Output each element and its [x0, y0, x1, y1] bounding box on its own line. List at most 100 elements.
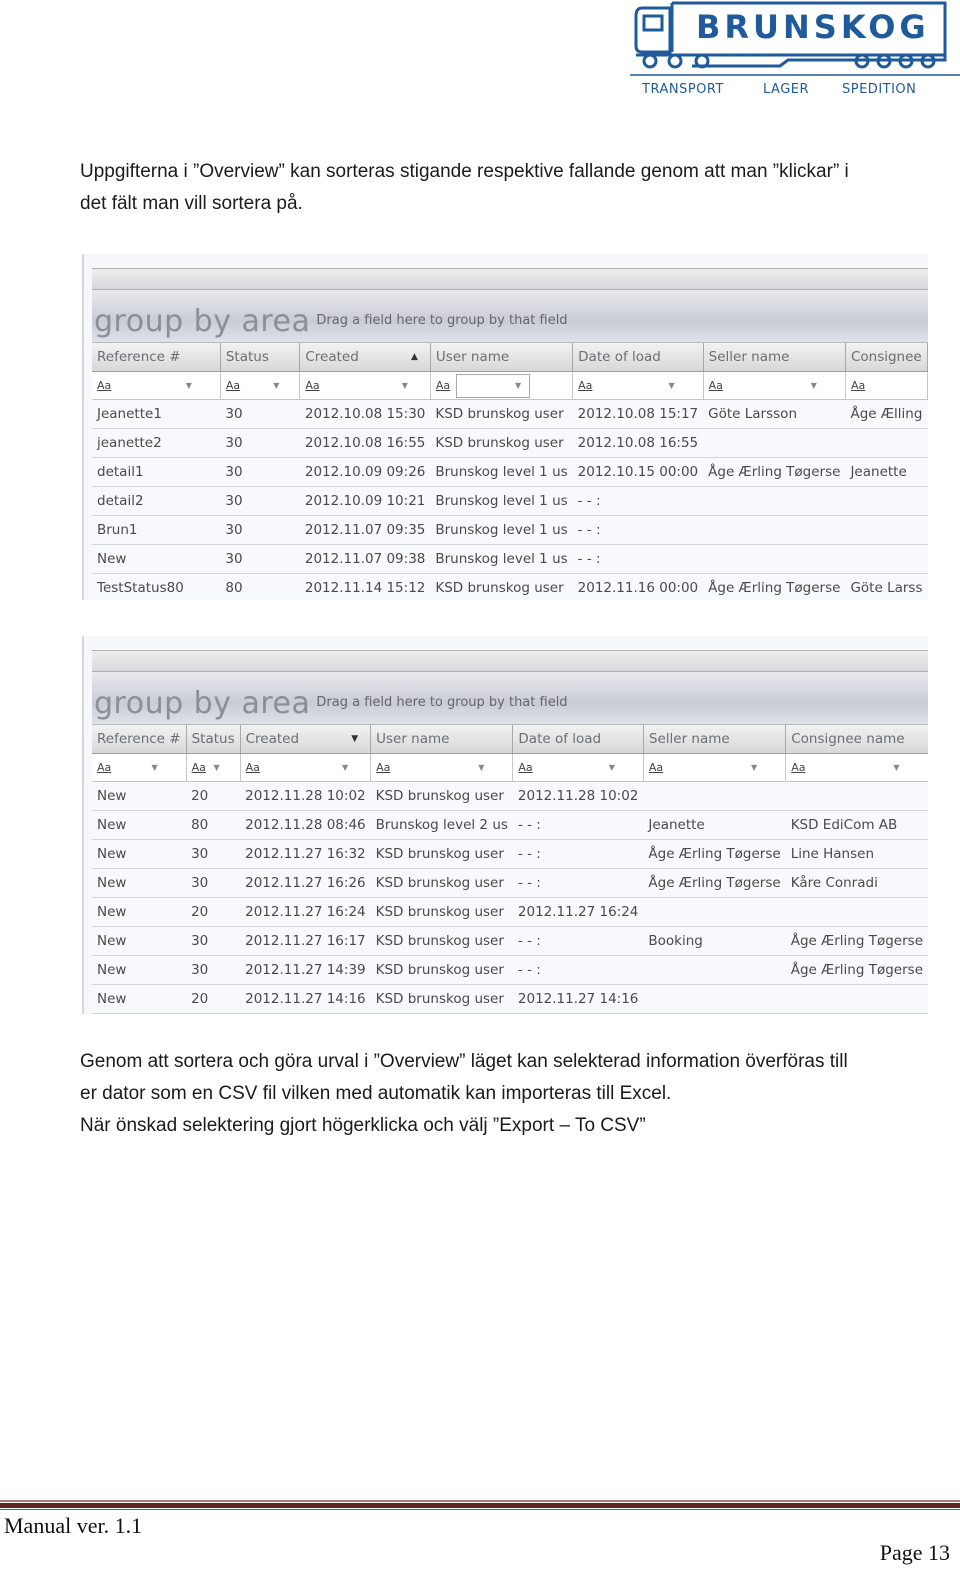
table-cell: Line Hansen: [785, 839, 928, 869]
table-cell: [703, 486, 846, 516]
table-cell: 20: [186, 897, 241, 927]
table-row[interactable]: Jeanette1 30 2012.10.08 15:30 KSD brunskog …: [92, 399, 928, 429]
grid-toolbar: [92, 268, 928, 290]
table-cell: TestStatus80: [92, 573, 221, 600]
overview-grid-descending: group by area Drag a field here to group…: [82, 636, 928, 1014]
filter-reference[interactable]: Aa ▼: [92, 371, 221, 400]
group-by-area[interactable]: group by area Drag a field here to group…: [92, 672, 928, 725]
table-cell: New: [92, 984, 187, 1014]
column-header-date-of-load[interactable]: Date of load: [512, 725, 644, 754]
table-row[interactable]: New 30 2012.11.07 09:38 Brunskog level 1 us…: [92, 544, 928, 574]
header-row: Reference # Status Created ▲ User name Da…: [92, 343, 928, 372]
table-cell: 30: [186, 1013, 241, 1014]
column-header-date-of-load[interactable]: Date of load: [572, 343, 704, 372]
filter-created[interactable]: Aa ▼: [240, 753, 372, 782]
table-row[interactable]: New 20 2012.11.27 14:16 KSD brunskog user 20…: [92, 984, 928, 1014]
filter-input[interactable]: ▼: [456, 373, 531, 398]
group-by-area[interactable]: group by area Drag a field here to group…: [92, 290, 928, 343]
filter-consignee-name[interactable]: Aa ▼: [785, 753, 928, 782]
table-cell: [703, 428, 846, 458]
table-cell: Kåre Conradi: [785, 868, 928, 898]
table-row[interactable]: New 80 2012.11.28 08:46 Brunskog level 2 us…: [92, 810, 928, 840]
table-cell: 2012.11.27 16:24: [512, 897, 644, 927]
chevron-down-icon: ▼: [273, 381, 280, 390]
table-cell: KSD brunskog user: [370, 897, 513, 927]
page-number: Page 13: [879, 1540, 950, 1565]
table-row[interactable]: New302012.11.27 13:57KSD brunskog user- …: [92, 1013, 928, 1014]
filter-created[interactable]: Aa ▼: [299, 371, 431, 400]
table-cell: - - :: [572, 544, 704, 574]
table-cell: Åge Ærling Tøgerse: [643, 868, 786, 898]
filter-date-of-load[interactable]: Aa ▼: [572, 371, 704, 400]
table-cell: Brunskog level 1 us: [430, 515, 573, 545]
table-cell: - - :: [572, 515, 704, 545]
chevron-down-icon: ▼: [151, 763, 158, 772]
table-cell: 2012.11.27 14:39: [240, 955, 371, 985]
table-cell: 30: [220, 457, 300, 487]
table-row[interactable]: New 30 2012.11.27 16:17 KSD brunskog user - …: [92, 926, 928, 956]
filter-reference[interactable]: Aa ▼: [92, 753, 187, 782]
column-header-seller-name[interactable]: Seller name: [703, 343, 846, 372]
table-cell: Brunskog level 1 us: [430, 457, 573, 487]
filter-operator-icon: Aa: [791, 761, 806, 774]
column-header-reference[interactable]: Reference #: [92, 343, 221, 372]
chevron-down-icon: ▼: [341, 763, 349, 772]
table-cell: [785, 781, 928, 811]
sort-descending-icon: ▼: [351, 734, 359, 744]
filter-operator-icon: Aa: [225, 379, 241, 392]
table-row[interactable]: New 30 2012.11.27 16:32 KSD brunskog user - …: [92, 839, 928, 869]
filter-user-name[interactable]: Aa ▼: [430, 371, 574, 400]
table-cell: 2012.11.27 14:16: [512, 984, 644, 1014]
manual-version: Manual ver. 1.1: [4, 1513, 143, 1538]
column-header-seller-name[interactable]: Seller name: [643, 725, 787, 754]
column-header-created[interactable]: Created ▼: [240, 725, 372, 754]
intro-line-1: Uppgifterna i ”Overview” kan sorteras st…: [80, 161, 849, 182]
table-cell: [785, 984, 928, 1014]
column-header-user-name[interactable]: User name: [430, 343, 574, 372]
table-cell: KSD brunskog user: [430, 428, 573, 458]
export-line-2: er dator som en CSV fil vilken med autom…: [80, 1083, 672, 1104]
table-row[interactable]: Brun1 30 2012.11.07 09:35 Brunskog level 1 …: [92, 515, 928, 545]
filter-user-name[interactable]: Aa ▼: [370, 753, 514, 782]
column-header-consignee-name[interactable]: Consignee name: [785, 725, 928, 754]
table-cell: 2012.10.09 09:26: [299, 457, 431, 487]
table-row[interactable]: New 20 2012.11.27 16:24 KSD brunskog user 20…: [92, 897, 928, 927]
table-row[interactable]: detail2 30 2012.10.09 10:21 Brunskog level …: [92, 486, 928, 516]
filter-seller-name[interactable]: Aa ▼: [643, 753, 787, 782]
table-row[interactable]: New 20 2012.11.28 10:02 KSD brunskog user 20…: [92, 781, 928, 811]
filter-seller-name[interactable]: Aa ▼: [703, 371, 846, 400]
table-row[interactable]: New 30 2012.11.27 14:39 KSD brunskog user - …: [92, 955, 928, 985]
column-header-reference[interactable]: Reference #: [92, 725, 187, 754]
column-header-user-name[interactable]: User name: [370, 725, 514, 754]
table-cell: 2012.10.08 16:55: [299, 428, 431, 458]
table-cell: - - :: [512, 868, 644, 898]
header-row: Reference # Status Created ▼ User name Da…: [92, 725, 928, 754]
chevron-down-icon: ▼: [608, 763, 615, 772]
data-grid: Reference # Status Created ▼ User name Da…: [92, 725, 928, 1014]
table-cell: [643, 1013, 786, 1014]
table-row[interactable]: TestStatus80 80 2012.11.14 15:12 KSD brunsk…: [92, 573, 928, 600]
column-header-created[interactable]: Created ▲: [299, 343, 431, 372]
column-header-consignee[interactable]: Consignee: [845, 343, 928, 372]
filter-status[interactable]: Aa ▼: [220, 371, 301, 400]
table-cell: Göte Larss: [845, 573, 928, 600]
filter-consignee[interactable]: Aa: [845, 371, 928, 400]
filter-status[interactable]: Aa ▼: [186, 753, 241, 782]
truck-icon: BRUNSKOG: [630, 1, 960, 76]
logo-tagline-lager: LAGER: [763, 82, 810, 97]
table-row[interactable]: jeanette2 30 2012.10.08 16:55 KSD brunskog …: [92, 428, 928, 458]
table-cell: Booking: [643, 926, 786, 956]
chevron-down-icon: ▼: [810, 381, 817, 390]
table-cell: jeanette2: [92, 428, 221, 458]
table-cell: 2012.11.28 08:46: [240, 810, 371, 840]
column-header-status[interactable]: Status: [186, 725, 241, 754]
table-cell: Åge Ærling Tøgerse: [703, 573, 846, 600]
table-cell: 2012.11.27 13:57: [240, 1013, 371, 1014]
filter-date-of-load[interactable]: Aa ▼: [512, 753, 644, 782]
export-line-3: När önskad selektering gjort högerklicka…: [80, 1115, 646, 1136]
table-cell: 80: [186, 810, 241, 840]
filter-operator-icon: Aa: [305, 379, 320, 392]
table-row[interactable]: New 30 2012.11.27 16:26 KSD brunskog user - …: [92, 868, 928, 898]
column-header-status[interactable]: Status: [220, 343, 301, 372]
table-row[interactable]: detail1 30 2012.10.09 09:26 Brunskog level …: [92, 457, 928, 487]
